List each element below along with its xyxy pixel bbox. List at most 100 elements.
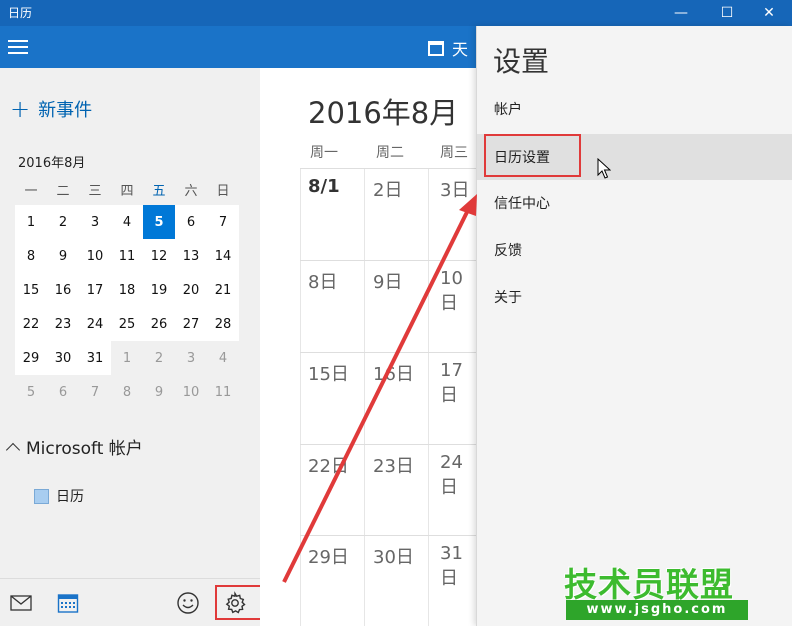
month-day-cell[interactable]: 17日 [440,360,476,407]
mini-calendar-day[interactable]: 22 [15,307,47,341]
mini-calendar-day[interactable]: 9 [143,375,175,409]
mini-calendar-day[interactable]: 11 [111,239,143,273]
settings-item-trust-center[interactable]: 信任中心 [477,180,792,226]
month-day-cell[interactable]: 31日 [440,543,476,590]
mini-calendar-day[interactable]: 6 [47,375,79,409]
month-day-cell[interactable]: 9日 [373,268,402,294]
mini-calendar-day[interactable]: 9 [47,239,79,273]
month-title: 2016年8月 [308,96,459,130]
month-day-cell[interactable]: 2日 [373,176,402,202]
account-group-header[interactable]: Microsoft 帐户 [5,434,143,459]
close-icon: ✕ [763,5,775,21]
app-bar: 天 [0,26,476,68]
settings-item-about[interactable]: 关于 [477,274,792,320]
month-view: 2016年8月 周一 周二 周三 8/1 2日 3日 8日 9日 10日 15日 16日 17日… [260,68,476,626]
weekday-label: 二 [56,184,70,199]
mini-calendar-day[interactable]: 3 [175,341,207,375]
mini-calendar-day[interactable]: 4 [207,341,239,375]
maximize-icon: ☐ [720,5,734,21]
mail-button[interactable] [8,591,34,615]
mini-calendar-grid: 1 2 3 4 5 6 7 8 9 10 11 12 13 14 15 16 17 18 19 20 21 22 23 24 2… [15,205,239,409]
month-day-cell[interactable]: 3日 [440,176,469,202]
feedback-button[interactable] [175,591,201,615]
row-divider [300,168,476,169]
month-day-cell[interactable]: 23日 [373,452,414,478]
mini-calendar-day[interactable]: 11 [207,375,239,409]
month-day-cell[interactable]: 10日 [440,268,476,315]
mini-calendar-day[interactable]: 14 [207,239,239,273]
month-day-cell[interactable]: 30日 [373,543,414,569]
mini-calendar-day[interactable]: 19 [143,273,175,307]
mini-calendar-day[interactable]: 23 [47,307,79,341]
mini-calendar-day[interactable]: 30 [47,341,79,375]
calendar-list-item-label: 日历 [56,489,84,505]
month-day-cell[interactable]: 16日 [373,360,414,386]
mini-calendar-day[interactable]: 1 [111,341,143,375]
row-divider [300,535,476,536]
minimize-icon: — [674,5,688,21]
mini-calendar-day[interactable]: 28 [207,307,239,341]
column-divider [364,168,365,626]
calendar-view-icon [428,40,444,56]
mini-calendar-day[interactable]: 3 [79,205,111,239]
settings-highlight-box [215,585,264,620]
mini-calendar-day[interactable]: 10 [79,239,111,273]
month-day-cell[interactable]: 8/1 [308,176,340,197]
weekday-label: 五 [152,184,166,199]
mini-calendar-day[interactable]: 7 [207,205,239,239]
row-divider [300,352,476,353]
left-pane: + 新事件 2016年8月 一二三四五六日 1 2 3 4 5 6 7 8 9 10 11 12 13 1… [0,68,260,578]
view-label: 天 [452,40,469,59]
minimize-button[interactable]: — [658,0,704,26]
mini-calendar-day[interactable]: 17 [79,273,111,307]
calendar-app-button[interactable] [55,591,81,615]
mini-calendar-day[interactable]: 6 [175,205,207,239]
mini-calendar-day[interactable]: 29 [15,341,47,375]
mini-calendar-title[interactable]: 2016年8月 [18,152,85,171]
settings-item-account[interactable]: 帐户 [477,86,792,132]
mini-calendar-day[interactable]: 20 [175,273,207,307]
column-header-mon: 周一 [310,145,338,161]
mini-calendar-day[interactable]: 8 [15,239,47,273]
mini-calendar-day[interactable]: 27 [175,307,207,341]
settings-item-feedback[interactable]: 反馈 [477,227,792,273]
mini-calendar-weekdays: 一二三四五六日 [15,180,239,199]
mini-calendar-day[interactable]: 7 [79,375,111,409]
mini-calendar-day[interactable]: 31 [79,341,111,375]
column-divider [300,168,301,626]
month-day-cell[interactable]: 29日 [308,543,349,569]
mini-calendar-day[interactable]: 13 [175,239,207,273]
hamburger-menu-icon[interactable] [8,40,28,54]
month-day-cell[interactable]: 22日 [308,452,349,478]
calendar-list-item[interactable]: 日历 [34,486,84,506]
mini-calendar-day[interactable]: 25 [111,307,143,341]
mini-calendar-day[interactable]: 26 [143,307,175,341]
close-button[interactable]: ✕ [746,0,792,26]
calendar-color-checkbox[interactable] [34,488,49,504]
mini-calendar-day[interactable]: 18 [111,273,143,307]
month-day-cell[interactable]: 24日 [440,452,476,499]
mini-calendar-day[interactable]: 2 [47,205,79,239]
new-event-button[interactable]: + 新事件 [10,96,92,122]
mini-calendar-day[interactable]: 8 [111,375,143,409]
month-day-cell[interactable]: 15日 [308,360,349,386]
mini-calendar-day[interactable]: 1 [15,205,47,239]
mini-calendar-day[interactable]: 4 [111,205,143,239]
row-divider [300,444,476,445]
mini-calendar-day[interactable]: 15 [15,273,47,307]
smiley-icon [177,592,199,614]
mini-calendar-day[interactable]: 16 [47,273,79,307]
mini-calendar-day[interactable]: 10 [175,375,207,409]
column-divider [428,168,429,626]
mini-calendar-day[interactable]: 5 [143,205,175,239]
month-day-cell[interactable]: 8日 [308,268,337,294]
day-view-button[interactable]: 天 [428,36,468,60]
mini-calendar-day[interactable]: 21 [207,273,239,307]
mini-calendar-day[interactable]: 2 [143,341,175,375]
column-header-wed: 周三 [440,145,468,161]
window-title: 日历 [8,6,33,20]
mini-calendar-day[interactable]: 24 [79,307,111,341]
mini-calendar-day[interactable]: 12 [143,239,175,273]
maximize-button[interactable]: ☐ [704,0,750,26]
mini-calendar-day[interactable]: 5 [15,375,47,409]
